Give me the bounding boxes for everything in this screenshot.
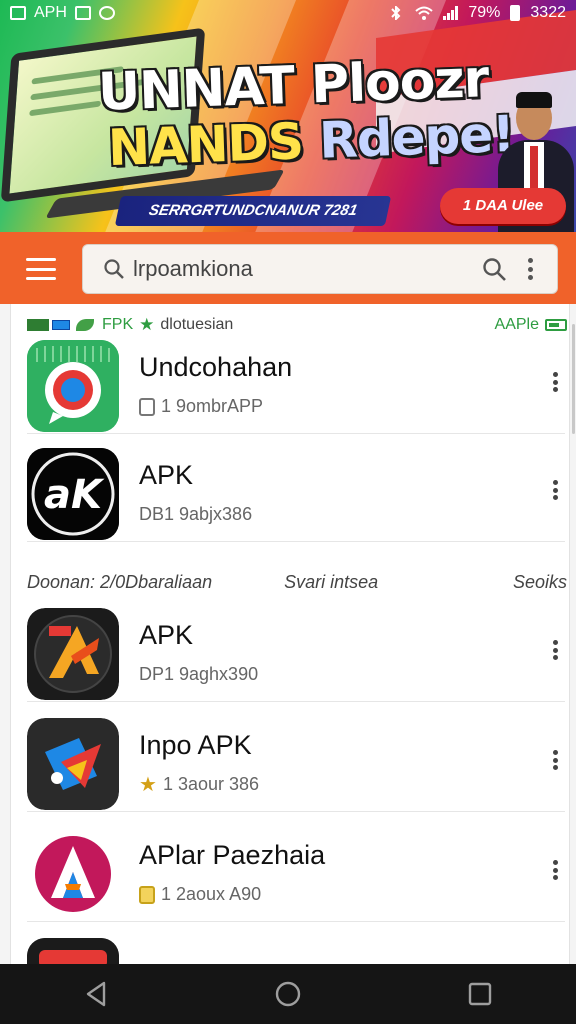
search-toolbar: lrpoamkiona (0, 232, 576, 304)
app-meta: 1 9ombrAPP (139, 396, 263, 417)
more-vertical-icon[interactable] (551, 372, 559, 392)
banner-headline-yellow: NANDS (107, 111, 321, 178)
app-icon-aplar (27, 828, 119, 920)
search-input[interactable]: lrpoamkiona (133, 256, 481, 282)
svg-text:aK: aK (44, 472, 105, 518)
bluetooth-icon (391, 6, 401, 20)
search-box[interactable]: lrpoamkiona (82, 244, 558, 294)
gallery-icon (10, 6, 26, 20)
search-icon (104, 259, 124, 279)
list-item[interactable]: APK DP1 9aghx390 (27, 594, 565, 702)
app-name: APK (139, 620, 194, 650)
recents-button[interactable] (460, 974, 500, 1014)
lock-icon (139, 885, 155, 904)
star-icon: ★ (139, 773, 157, 796)
search-submit-icon[interactable] (481, 256, 507, 282)
list-item[interactable]: Undcohahan 1 9ombrAPP (27, 326, 565, 434)
app-meta-text: 1 3aour 386 (162, 774, 260, 794)
home-button[interactable] (268, 974, 308, 1014)
wifi-icon (415, 6, 434, 20)
banner-headline-line2: NANDS Rdepe! (107, 104, 515, 178)
promo-banner[interactable]: UNNAT Ploozr NANDS Rdepe! SERRGRTUNDCNAN… (0, 0, 576, 232)
app-name: Undcohahan (139, 352, 293, 382)
promo-badge-button[interactable]: 1 DAA Ulee (440, 188, 566, 224)
settings-icon (98, 6, 115, 20)
home-icon (275, 981, 301, 1007)
recents-icon (468, 982, 492, 1006)
list-item[interactable] (27, 924, 565, 964)
status-bar: APH 79% 3322 (0, 0, 576, 26)
back-button[interactable] (76, 974, 116, 1014)
app-icon-inpo (27, 718, 119, 810)
app-name: Inpo APK (139, 730, 252, 760)
app-meta: 1 2aoux A90 (139, 884, 261, 905)
app-icon-ak: aK (27, 448, 119, 540)
lock-icon (139, 397, 155, 416)
app-icon-chat (27, 340, 119, 432)
status-time: 3322 (530, 4, 566, 21)
signal-icon (443, 6, 459, 20)
navigation-bar (0, 964, 576, 1024)
more-vertical-icon[interactable] (527, 258, 533, 280)
list-item[interactable]: Inpo APK ★ 1 3aour 386 (27, 704, 565, 812)
scrollbar[interactable] (572, 324, 575, 434)
more-vertical-icon[interactable] (551, 860, 559, 880)
app-meta: ★ 1 3aour 386 (139, 774, 259, 795)
more-vertical-icon[interactable] (551, 640, 559, 660)
section-header-right[interactable]: Seoiks (513, 572, 567, 593)
hamburger-menu-button[interactable] (26, 258, 56, 280)
battery-icon (510, 5, 521, 21)
banner-tagline: SERRGRTUNDCNANUR 7281 (114, 196, 392, 226)
app-meta-text: 1 9ombrAPP (161, 396, 264, 416)
app-meta-text: DP1 9aghx390 (139, 664, 259, 684)
list-item[interactable]: aK APK DB1 9abjx386 (27, 434, 565, 542)
list-item[interactable]: APlar Paezhaia 1 2aoux A90 (27, 814, 565, 922)
app-meta: DB1 9abjx386 (139, 504, 252, 525)
app-list-card: FPK ★ dlotuesian AAPle Undcohahan 1 9omb… (10, 304, 570, 964)
battery-percent: 79% (468, 4, 501, 21)
back-icon (86, 981, 106, 1007)
app-icon-partial (27, 938, 119, 964)
banner-headline-blue: Rdepe! (318, 104, 515, 170)
app-meta: DP1 9aghx390 (139, 664, 258, 685)
app-icon-apk-orange (27, 608, 119, 700)
more-vertical-icon[interactable] (551, 480, 559, 500)
more-vertical-icon[interactable] (551, 750, 559, 770)
content-area: FPK ★ dlotuesian AAPle Undcohahan 1 9omb… (0, 304, 576, 964)
status-left-label: APH (34, 4, 67, 21)
app-meta-text: 1 2aoux A90 (161, 884, 262, 904)
app-name: APK (139, 460, 194, 490)
section-header-left[interactable]: Doonan: 2/0Dbaraliaan (27, 572, 212, 593)
section-header-middle[interactable]: Svari intsea (284, 572, 378, 593)
app-name: APlar Paezhaia (139, 840, 326, 870)
app-meta-text: DB1 9abjx386 (139, 504, 253, 524)
notification-icon (74, 6, 91, 20)
